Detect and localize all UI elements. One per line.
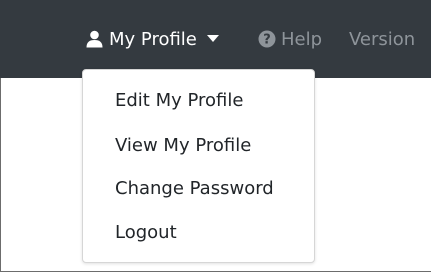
menu-item-edit-profile[interactable]: Edit My Profile [115, 90, 243, 111]
profile-dropdown-menu: Edit My Profile View My Profile Change P… [82, 69, 315, 263]
menu-item-change-password[interactable]: Change Password [115, 178, 274, 199]
question-circle-icon: ? [258, 30, 276, 48]
version-link[interactable]: Version [349, 25, 415, 53]
menu-item-view-profile[interactable]: View My Profile [115, 135, 251, 156]
version-label: Version [349, 28, 416, 50]
svg-text:?: ? [263, 33, 271, 48]
top-navbar: My Profile ? Help Version [0, 0, 431, 78]
user-icon [86, 30, 103, 48]
my-profile-label: My Profile [109, 28, 197, 50]
caret-down-icon [206, 35, 219, 43]
my-profile-dropdown-toggle[interactable]: My Profile [86, 25, 219, 53]
help-label: Help [281, 28, 323, 50]
menu-item-logout[interactable]: Logout [115, 222, 177, 243]
help-link[interactable]: ? Help [258, 25, 322, 53]
